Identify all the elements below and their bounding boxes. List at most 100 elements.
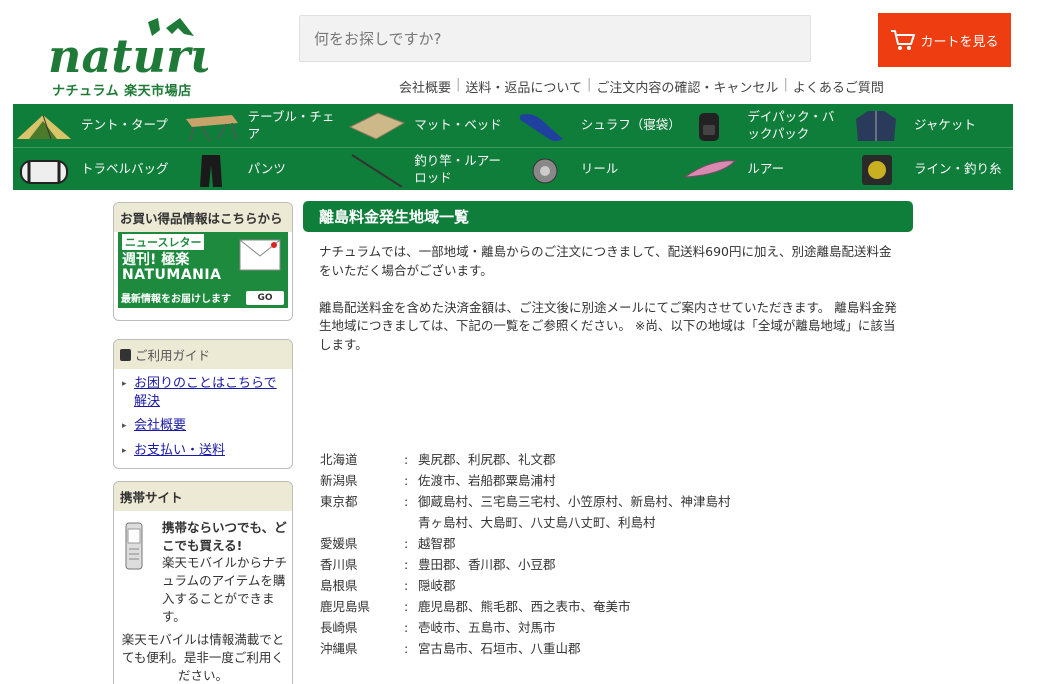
banner-line1: 週刊! 極楽	[122, 252, 190, 268]
banner-tag: ニュースレター	[122, 234, 205, 250]
region-row: 鹿児島県: 鹿児島郡、熊毛郡、西之表市、奄美市	[320, 596, 731, 617]
banner-line3: 最新情報をお届けします	[121, 294, 231, 305]
category-label: リール	[580, 161, 619, 177]
category-label: テーブル・チェア	[247, 108, 335, 141]
deals-box: お買い得品情報はこちらから ニュースレター 週刊! 極楽 NATUMANIA 最…	[113, 202, 293, 321]
places: 壱岐市、五島市、対馬市	[418, 620, 556, 635]
category-label: ジャケット	[913, 117, 976, 133]
region-row: 青ヶ島村、大島町、八丈島八丈町、利島村	[320, 512, 731, 533]
pants-icon	[180, 150, 242, 190]
guide-icon	[120, 349, 131, 361]
page-title: 離島料金発生地域一覧	[303, 201, 913, 232]
prefecture: 東京都	[320, 494, 358, 509]
backpack-icon	[679, 106, 741, 146]
category-reel[interactable]: リール	[513, 148, 680, 191]
places: 佐渡市、岩船郡粟島浦村	[418, 473, 556, 488]
logo-word: naturum	[48, 29, 208, 80]
line-spool-icon	[846, 150, 908, 190]
places: 奥尻郡、利尻郡、礼文郡	[418, 452, 556, 467]
mobile-description-2: 楽天モバイルは情報満載でとても便利。是非一度ご利用ください。	[121, 631, 285, 683]
places: 青ヶ島村、大島町、八丈島八丈町、利島村	[418, 515, 656, 530]
category-label: 釣り竿・ルアーロッド	[414, 152, 501, 185]
mobile-body: 携帯ならいつでも、どこでも買える! 楽天モバイルからナチュラムのアイテムを購入す…	[114, 511, 292, 684]
category-travel-bag[interactable]: トラベルバッグ	[13, 148, 180, 191]
category-mat[interactable]: マット・ベッド	[346, 104, 513, 147]
region-row: 島根県: 隠岐郡	[320, 575, 731, 596]
prefecture: 鹿児島県	[320, 599, 371, 614]
prefecture: 愛媛県	[320, 536, 358, 551]
logo-subtitle: ナチュラム 楽天市場店	[52, 84, 192, 99]
category-label: パンツ	[247, 161, 286, 177]
guide-link-help[interactable]: お困りのことはこちらで解決	[134, 376, 277, 409]
category-backpack[interactable]: デイパック・バックパック	[679, 104, 846, 147]
category-label: マット・ベッド	[414, 117, 502, 133]
mobile-phone-icon	[124, 521, 144, 575]
category-sleeping-bag[interactable]: シュラフ（寝袋）	[513, 104, 681, 147]
fishing-rod-icon	[346, 150, 408, 190]
mobile-heading: 携帯サイト	[114, 482, 292, 511]
category-lure[interactable]: ルアー	[679, 148, 846, 191]
search-input[interactable]	[299, 15, 811, 62]
region-row: 長崎県: 壱岐市、五島市、対馬市	[320, 617, 731, 638]
category-pants[interactable]: パンツ	[180, 148, 347, 191]
guide-link-payment[interactable]: お支払い・送料	[134, 443, 225, 458]
lure-icon	[679, 150, 741, 190]
category-jacket[interactable]: ジャケット	[846, 104, 1013, 147]
category-tent[interactable]: テント・タープ	[13, 104, 180, 147]
link-order-confirm[interactable]: ご注文内容の確認・キャンセル	[596, 77, 778, 96]
separator: |	[456, 77, 461, 92]
tent-icon	[13, 106, 75, 146]
duffel-bag-icon	[13, 150, 75, 190]
intro-paragraph-1: ナチュラムでは、一部地域・離島からのご注文につきまして、配送料690円に加え、別…	[319, 244, 892, 278]
link-faq[interactable]: よくあるご質問	[793, 77, 884, 96]
envelope-icon	[238, 238, 282, 276]
category-table[interactable]: テーブル・チェア	[180, 104, 347, 147]
prefecture	[320, 512, 404, 533]
mobile-box: 携帯サイト 携帯ならいつでも、どこでも買える! 楽天モバイルからナチュラムのアイ…	[113, 481, 293, 684]
cart-button[interactable]: カートを見る	[878, 13, 1011, 67]
guide-box: ご利用ガイド お困りのことはこちらで解決 会社概要 お支払い・送料	[113, 339, 293, 469]
deals-heading: お買い得品情報はこちらから	[114, 203, 292, 232]
newsletter-banner[interactable]: ニュースレター 週刊! 極楽 NATUMANIA 最新情報をお届けします GO	[118, 232, 288, 308]
link-shipping[interactable]: 送料・返品について	[465, 77, 582, 96]
banner-line2: NATUMANIA	[122, 267, 222, 283]
places: 御蔵島村、三宅島三宅村、小笠原村、新島村、神津島村	[418, 494, 731, 509]
guide-item: 会社概要	[122, 417, 288, 435]
guide-link-company[interactable]: 会社概要	[134, 418, 186, 433]
places: 隠岐郡	[418, 578, 456, 593]
region-row: 北海道: 奥尻郡、利尻郡、礼文郡	[320, 449, 731, 470]
table-icon	[180, 106, 242, 146]
link-company[interactable]: 会社概要	[399, 77, 451, 96]
mobile-tagline: 携帯ならいつでも、どこでも買える!	[162, 520, 287, 553]
region-row: 新潟県: 佐渡市、岩船郡粟島浦村	[320, 470, 731, 491]
region-list: 北海道: 奥尻郡、利尻郡、礼文郡 新潟県: 佐渡市、岩船郡粟島浦村 東京都: 御蔵島村…	[320, 449, 731, 659]
guide-list: お困りのことはこちらで解決 会社概要 お支払い・送料	[114, 369, 292, 468]
prefecture: 島根県	[320, 578, 358, 593]
places: 鹿児島郡、熊毛郡、西之表市、奄美市	[418, 599, 631, 614]
intro-paragraph-2: 離島配送料金を含めた決済金額は、ご注文後に別途メールにてご案内させていただきます…	[319, 299, 897, 353]
category-label: トラベルバッグ	[81, 161, 169, 177]
category-label: ルアー	[747, 161, 785, 177]
category-line[interactable]: ライン・釣り糸	[846, 148, 1013, 191]
places: 豊田郡、香川郡、小豆郡	[418, 557, 556, 572]
main-content: 離島料金発生地域一覧 ナチュラムでは、一部地域・離島からのご注文につきまして、配…	[303, 201, 913, 656]
header: naturum ナチュラム 楽天市場店 カートを見る 会社概要 | 送料・返品に…	[0, 0, 1037, 104]
banner-go-button[interactable]: GO	[246, 291, 284, 305]
guide-heading-label: ご利用ガイド	[135, 348, 211, 363]
category-label: テント・タープ	[81, 117, 168, 133]
prefecture: 新潟県	[320, 473, 358, 488]
category-nav: テント・タープ テーブル・チェア マット・ベッド シュラフ（寝袋） デイパック・…	[13, 104, 1013, 190]
mat-icon	[346, 106, 408, 146]
places: 越智郡	[418, 536, 456, 551]
prefecture: 香川県	[320, 557, 358, 572]
category-fishing-rod[interactable]: 釣り竿・ルアーロッド	[346, 148, 513, 191]
region-row: 愛媛県: 越智郡	[320, 533, 731, 554]
separator: |	[587, 77, 592, 92]
category-label: ライン・釣り糸	[913, 161, 1002, 177]
jacket-icon	[846, 106, 908, 146]
cart-icon	[891, 30, 916, 50]
category-row-1: テント・タープ テーブル・チェア マット・ベッド シュラフ（寝袋） デイパック・…	[13, 104, 1013, 147]
top-links: 会社概要 | 送料・返品について | ご注文内容の確認・キャンセル | よくある…	[399, 77, 884, 96]
region-row: 沖縄県: 宮古島市、石垣市、八重山郡	[320, 638, 731, 659]
prefecture: 沖縄県	[320, 641, 358, 656]
